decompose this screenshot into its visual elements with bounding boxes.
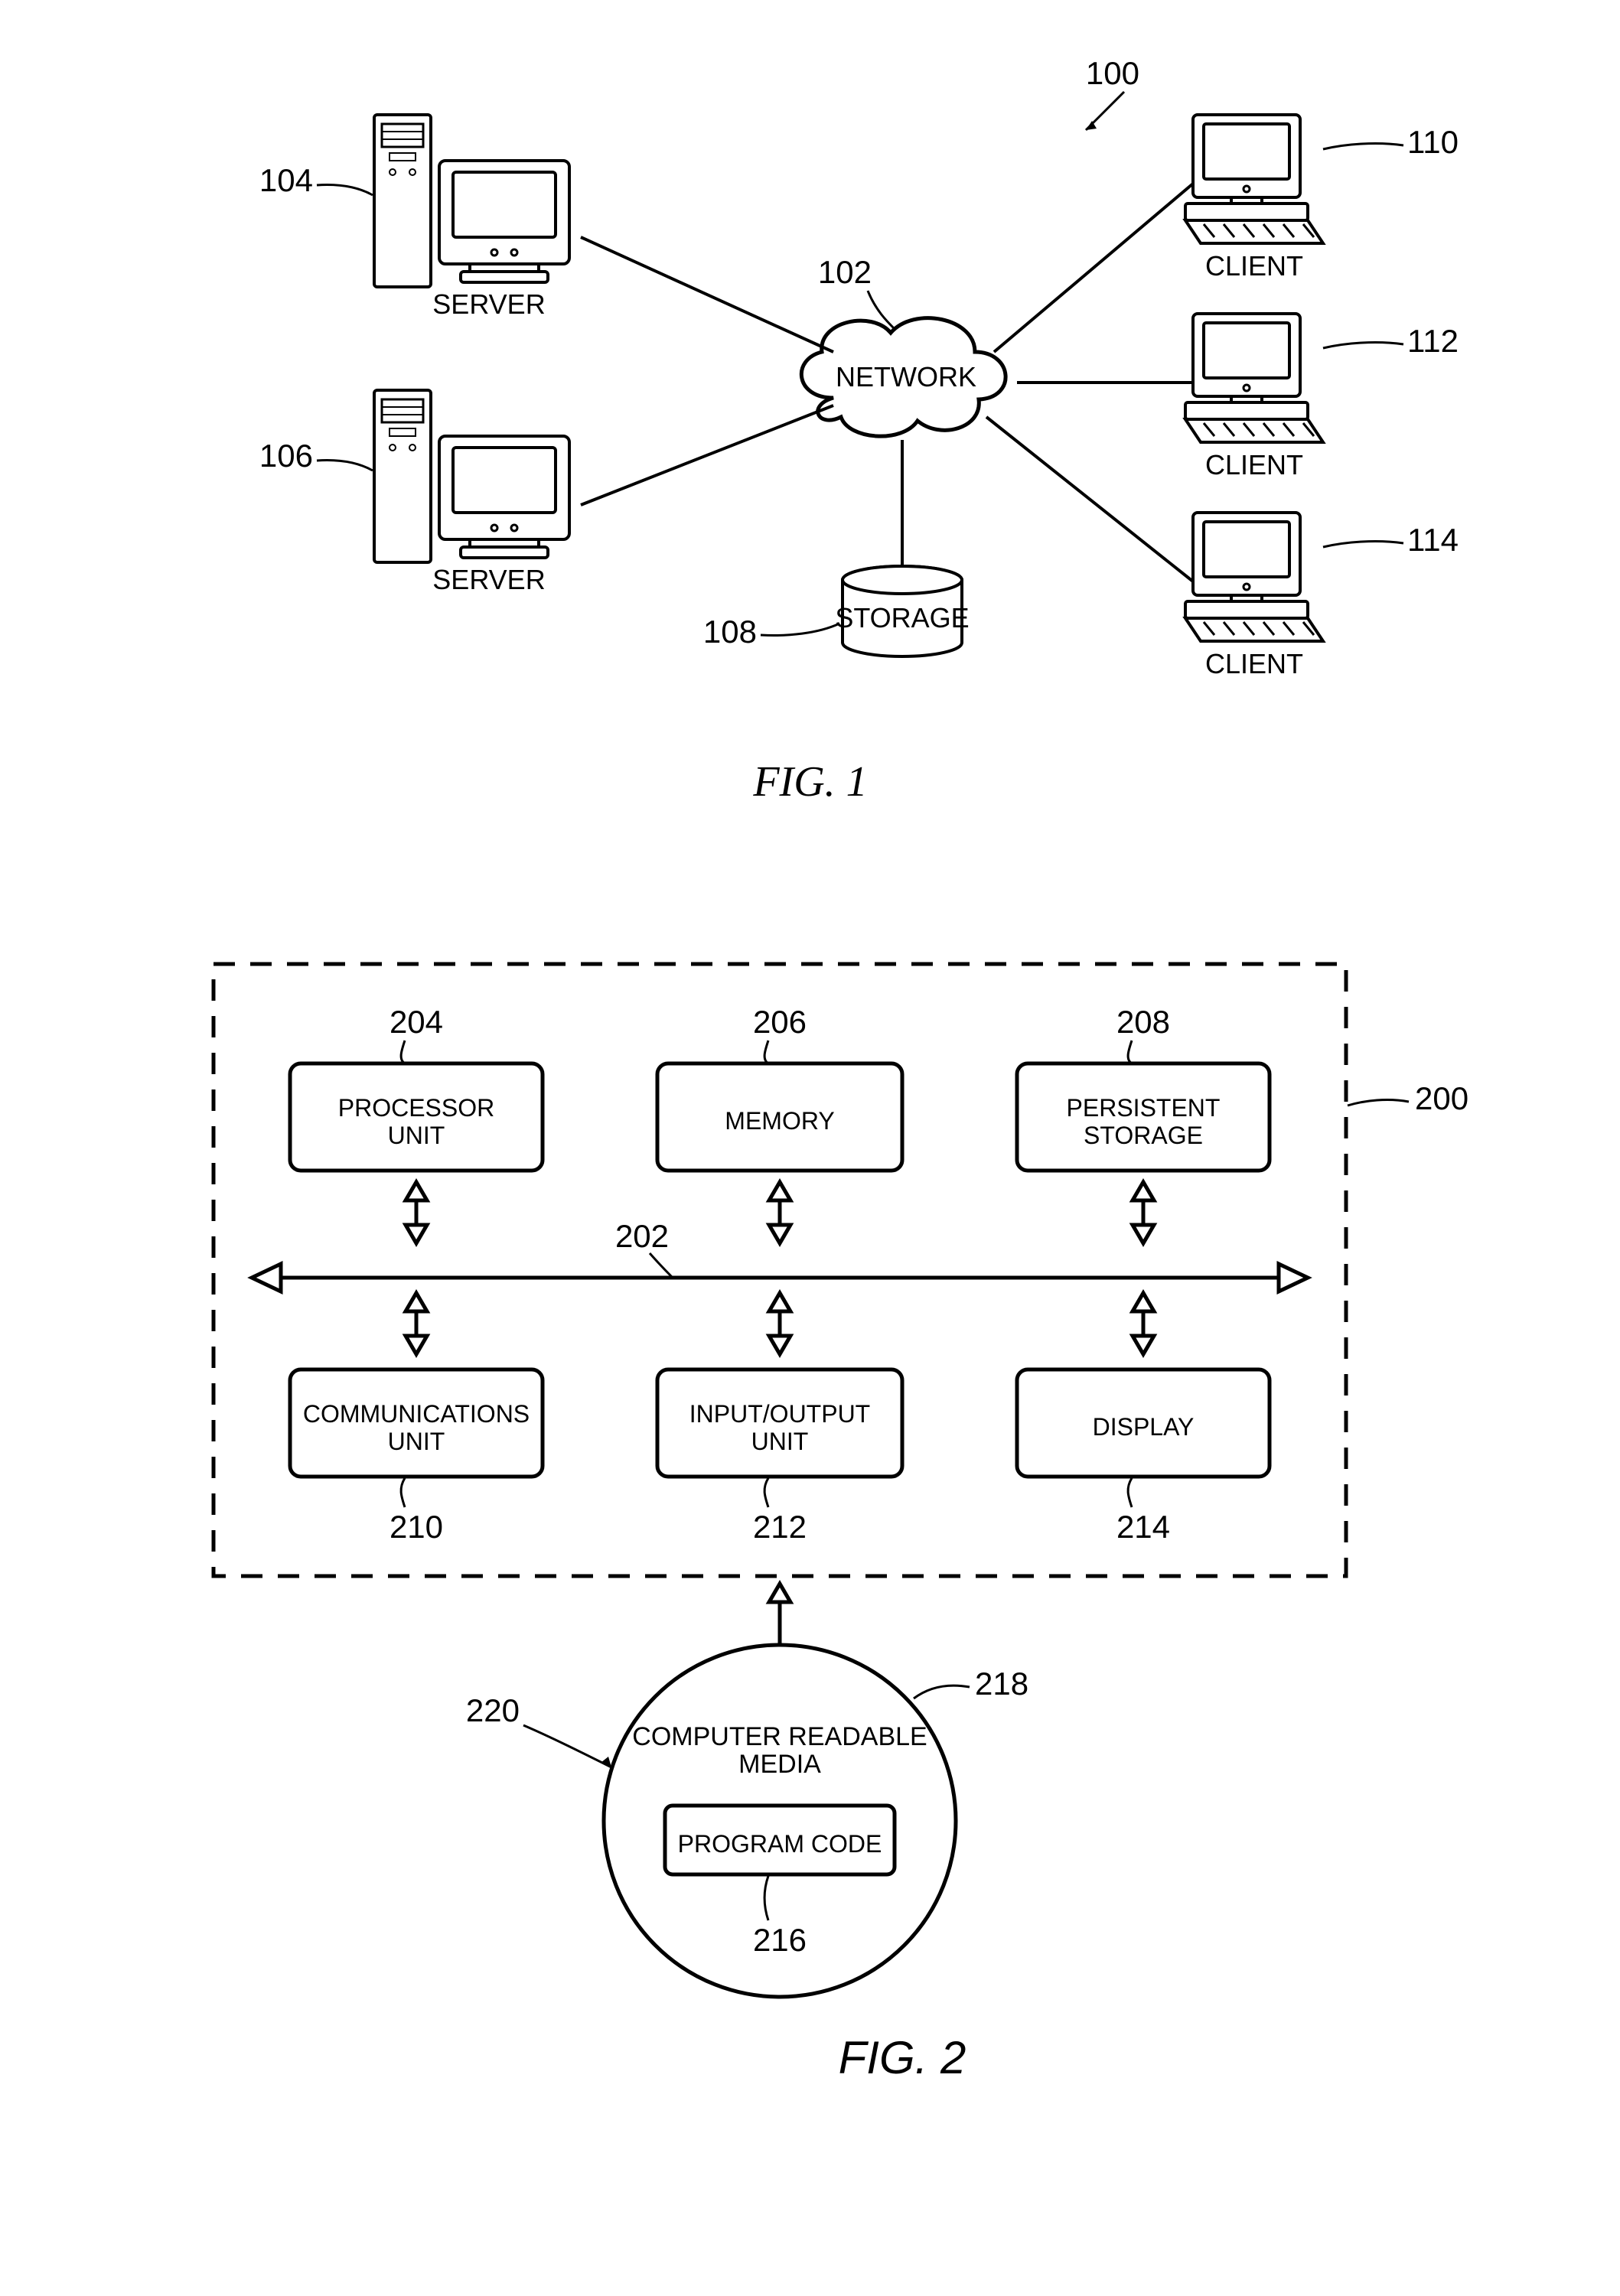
ref-104: 104 <box>259 162 312 198</box>
bus-arrow <box>252 1264 1308 1291</box>
box-processor: PROCESSORUNIT <box>290 1063 543 1171</box>
client-3-label: CLIENT <box>1204 648 1302 679</box>
client-1: CLIENT <box>1185 115 1323 282</box>
server-1: SERVER <box>374 115 569 320</box>
box-io: INPUT/OUTPUTUNIT <box>657 1369 902 1477</box>
box-comms: COMMUNICATIONSUNIT <box>290 1369 543 1477</box>
ref-110: 110 <box>1407 124 1459 160</box>
storage-label: STORAGE <box>835 602 969 633</box>
ref-108: 108 <box>702 614 756 650</box>
storage: STORAGE <box>835 566 969 656</box>
ref-214: 214 <box>1116 1509 1169 1545</box>
ref-100: 100 <box>1085 55 1139 91</box>
figure-1: NETWORK SERVER SERVER STORAGE CLIENT CLI… <box>122 31 1499 872</box>
client-3: CLIENT <box>1185 513 1323 679</box>
fig1-caption: FIG. 1 <box>752 758 867 806</box>
ref-218: 218 <box>975 1666 1028 1702</box>
ref-208: 208 <box>1116 1004 1169 1040</box>
figure-2: PROCESSORUNIT MEMORY PERSISTENTSTORAGE C… <box>122 918 1499 2142</box>
fig2-caption: FIG. 2 <box>838 2032 966 2083</box>
system-box <box>214 964 1346 1576</box>
ref-204: 204 <box>389 1004 442 1040</box>
ref-216: 216 <box>752 1922 806 1958</box>
ref-200: 200 <box>1415 1080 1468 1116</box>
ref-112: 112 <box>1407 323 1459 359</box>
ref-106: 106 <box>259 438 312 474</box>
ref-210: 210 <box>389 1509 442 1545</box>
ref-212: 212 <box>752 1509 806 1545</box>
display-label: DISPLAY <box>1092 1413 1194 1441</box>
ref-114: 114 <box>1407 522 1459 558</box>
client-1-label: CLIENT <box>1204 250 1302 282</box>
server-2-label: SERVER <box>432 564 545 595</box>
network-cloud: NETWORK <box>801 318 1006 436</box>
box-memory: MEMORY <box>657 1063 902 1171</box>
server-2: SERVER <box>374 390 569 595</box>
ref-102: 102 <box>817 254 871 290</box>
client-2: CLIENT <box>1185 314 1323 480</box>
network-label: NETWORK <box>836 361 976 392</box>
ref-206: 206 <box>752 1004 806 1040</box>
ref-220: 220 <box>465 1692 519 1728</box>
svg-text:PERSISTENTSTORAGE: PERSISTENTSTORAGE <box>1066 1094 1220 1149</box>
ref-202: 202 <box>614 1218 668 1254</box>
server-1-label: SERVER <box>432 288 545 320</box>
program-label: PROGRAM CODE <box>677 1830 882 1858</box>
box-persistent: PERSISTENTSTORAGE <box>1017 1063 1270 1171</box>
box-display: DISPLAY <box>1017 1369 1270 1477</box>
client-2-label: CLIENT <box>1204 449 1302 480</box>
memory-label: MEMORY <box>725 1107 834 1135</box>
